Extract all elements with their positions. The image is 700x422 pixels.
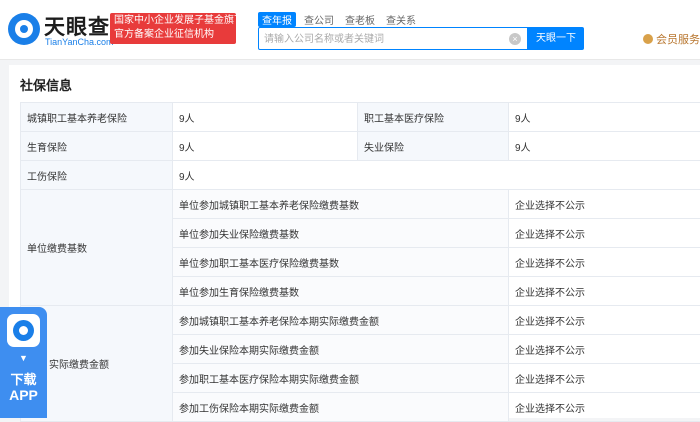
official-badge[interactable]: 国家中小企业发展子基金旗下 官方备案企业征信机构: [110, 13, 236, 44]
actual-row-value: 企业选择不公示: [509, 364, 700, 393]
base-row-label: 单位参加职工基本医疗保险缴费基数: [173, 248, 509, 277]
vip-service-link[interactable]: 会员服务: [643, 31, 700, 47]
tab-relation[interactable]: 查关系: [386, 12, 416, 27]
tab-company[interactable]: 查公司: [304, 12, 334, 27]
medical-label: 职工基本医疗保险: [358, 103, 509, 132]
app-logo-icon: [7, 314, 40, 347]
base-group-label: 单位缴费基数: [21, 190, 173, 306]
download-app-widget[interactable]: ▼ 下载 APP: [0, 307, 47, 418]
badge-line-2: 官方备案企业征信机构: [114, 28, 232, 42]
actual-row-value: 企业选择不公示: [509, 393, 700, 422]
maternity-value: 9人: [173, 132, 358, 161]
crown-icon: [643, 34, 653, 44]
table-row: 城镇职工基本养老保险 9人 职工基本医疗保险 9人: [21, 103, 700, 132]
medical-value: 9人: [509, 103, 700, 132]
actual-row-label: 参加城镇职工基本养老保险本期实际缴费金额: [173, 306, 509, 335]
actual-row-value: 企业选择不公示: [509, 335, 700, 364]
table-row: 实际缴费金额 参加城镇职工基本养老保险本期实际缴费金额 企业选择不公示: [21, 306, 700, 335]
actual-group-text: 实际缴费金额: [49, 360, 109, 371]
actual-row-label: 参加工伤保险本期实际缴费金额: [173, 393, 509, 422]
maternity-label: 生育保险: [21, 132, 173, 161]
tianyancha-logo[interactable]: 天眼查 TianYanCha.com: [8, 11, 108, 51]
pension-label: 城镇职工基本养老保险: [21, 103, 173, 132]
search-box: ×: [258, 27, 528, 50]
base-row-value: 企业选择不公示: [509, 219, 700, 248]
actual-row-label: 参加职工基本医疗保险本期实际缴费金额: [173, 364, 509, 393]
unemployment-label: 失业保险: [358, 132, 509, 161]
actual-row-value: 企业选择不公示: [509, 306, 700, 335]
top-header: 天眼查 TianYanCha.com 国家中小企业发展子基金旗下 官方备案企业征…: [0, 0, 700, 60]
vip-label: 会员服务: [656, 34, 700, 46]
injury-value: 9人: [173, 161, 700, 190]
unemployment-value: 9人: [509, 132, 700, 161]
section-title: 社保信息: [20, 75, 72, 94]
base-row-value: 企业选择不公示: [509, 277, 700, 306]
table-row: 工伤保险 9人: [21, 161, 700, 190]
base-row-value: 企业选择不公示: [509, 248, 700, 277]
eye-logo-icon: [8, 13, 40, 45]
social-insurance-table: 城镇职工基本养老保险 9人 职工基本医疗保险 9人 生育保险 9人 失业保险 9…: [20, 102, 700, 422]
base-row-label: 单位参加生育保险缴费基数: [173, 277, 509, 306]
base-row-label: 单位参加失业保险缴费基数: [173, 219, 509, 248]
search-input[interactable]: [264, 32, 504, 46]
table-row: 生育保险 9人 失业保险 9人: [21, 132, 700, 161]
tab-boss[interactable]: 查老板: [345, 12, 375, 27]
pension-value: 9人: [173, 103, 358, 132]
search-button[interactable]: 天眼一下: [528, 27, 584, 50]
clear-icon[interactable]: ×: [509, 33, 521, 45]
base-row-label: 单位参加城镇职工基本养老保险缴费基数: [173, 190, 509, 219]
injury-label: 工伤保险: [21, 161, 173, 190]
app-label: APP: [0, 387, 47, 403]
badge-line-1: 国家中小企业发展子基金旗下: [114, 14, 232, 28]
table-row: 单位缴费基数 单位参加城镇职工基本养老保险缴费基数 企业选择不公示: [21, 190, 700, 219]
actual-row-label: 参加失业保险本期实际缴费金额: [173, 335, 509, 364]
logo-domain: TianYanCha.com: [45, 37, 114, 47]
social-insurance-card: 社保信息 城镇职工基本养老保险 9人 职工基本医疗保险 9人 生育保险 9人 失…: [9, 65, 700, 418]
download-label: 下载: [0, 369, 47, 388]
download-icon: ▼: [18, 353, 29, 363]
base-row-value: 企业选择不公示: [509, 190, 700, 219]
tab-annual-report[interactable]: 查年报: [258, 12, 296, 27]
